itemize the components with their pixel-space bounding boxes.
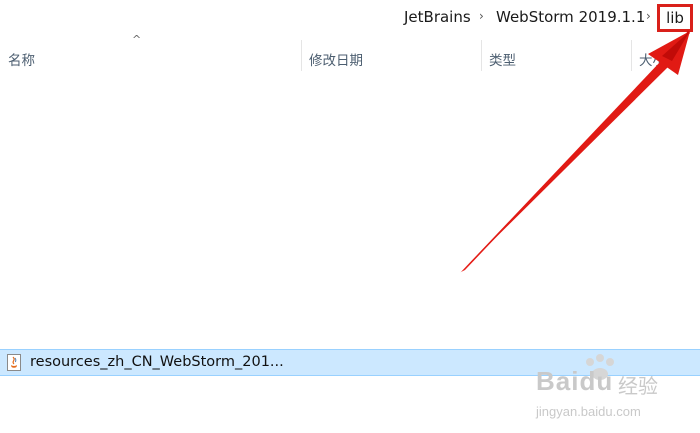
baidu-watermark: Baidu 经验 jingyan.baidu.com <box>530 352 700 432</box>
watermark-url: jingyan.baidu.com <box>536 404 641 419</box>
watermark-label: 经验 <box>618 376 658 398</box>
watermark-brand: Baidu <box>536 366 614 396</box>
